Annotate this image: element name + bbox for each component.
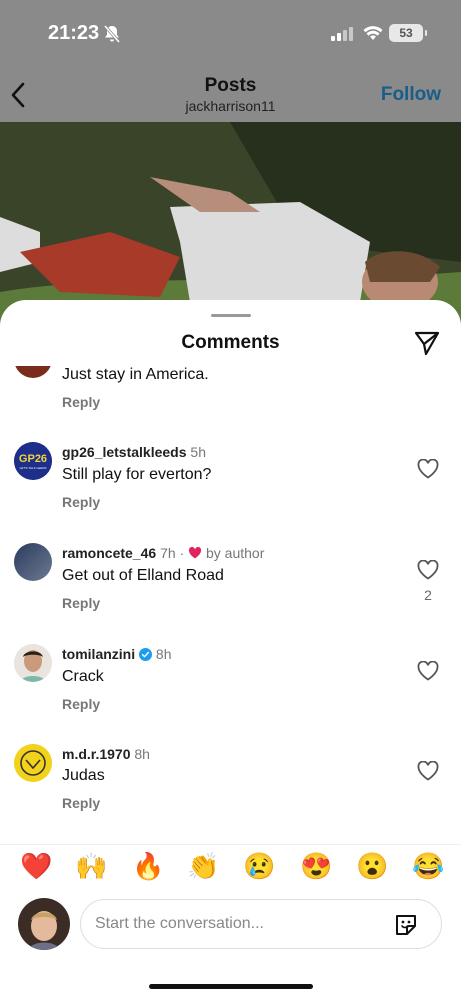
comment-text: Just stay in America. <box>62 366 209 383</box>
comment-text: Judas <box>62 767 105 784</box>
user-photo-icon <box>14 644 52 682</box>
reply-button[interactable]: Reply <box>62 494 100 510</box>
author-heart-icon <box>189 546 202 559</box>
emoji-heart[interactable]: ❤️ <box>20 851 52 881</box>
svg-text:LET'S TALK LEEDS: LET'S TALK LEEDS <box>20 466 47 470</box>
verified-badge-icon <box>139 648 153 661</box>
comment-time: 8h <box>134 746 150 762</box>
comment-meta: ramoncete_46 7h · by author <box>62 545 265 561</box>
emoji-raised-hands[interactable]: 🙌 <box>75 851 107 881</box>
comment-meta: m.d.r.1970 8h <box>62 746 150 762</box>
comment-input-box <box>80 899 442 949</box>
emoji-laughing[interactable]: 😂 <box>412 851 444 881</box>
comment-username[interactable]: tomilanzini <box>62 646 135 662</box>
user-photo-icon <box>18 898 70 950</box>
like-count: 2 <box>424 587 432 603</box>
status-bar: 21:23 53 <box>0 0 461 66</box>
comment-username[interactable]: m.d.r.1970 <box>62 746 131 762</box>
quick-reaction-bar: ❤️ 🙌 🔥 👏 😢 😍 😮 😂 <box>0 844 461 884</box>
home-indicator[interactable] <box>149 984 313 989</box>
reply-button[interactable]: Reply <box>62 795 100 811</box>
emoji-surprised[interactable]: 😮 <box>356 851 388 881</box>
heart-like-icon[interactable] <box>417 661 439 681</box>
bell-off-icon <box>103 25 121 43</box>
comments-title: Comments <box>181 332 280 353</box>
comment-item: Just stay in America. Reply <box>0 366 461 446</box>
status-time: 21:23 <box>48 22 100 44</box>
comment-time: 8h <box>155 646 172 662</box>
comment-time: 7h <box>160 545 176 561</box>
comment-item: m.d.r.1970 8h Judas Reply <box>0 744 461 830</box>
comment-composer <box>0 896 461 956</box>
emoji-crying[interactable]: 😢 <box>243 851 275 881</box>
comment-meta: tomilanzini 8h <box>62 646 171 662</box>
comment-item: ramoncete_46 7h · by author Get out of E… <box>0 543 461 643</box>
reply-button[interactable]: Reply <box>62 696 100 712</box>
smiley-badge-icon <box>14 744 52 782</box>
battery-indicator: 53 <box>389 24 427 42</box>
emoji-clapping[interactable]: 👏 <box>187 851 219 881</box>
sheet-grabber[interactable] <box>211 314 251 317</box>
comment-text: Get out of Elland Road <box>62 567 224 584</box>
comment-text: Crack <box>62 668 104 685</box>
avatar[interactable] <box>14 744 52 782</box>
emoji-heart-eyes[interactable]: 😍 <box>300 851 332 881</box>
comment-input[interactable] <box>95 912 375 936</box>
follow-button[interactable]: Follow <box>381 84 441 106</box>
emoji-fire[interactable]: 🔥 <box>132 851 164 881</box>
comment-item: GP26 LET'S TALK LEEDS gp26_letstalkleeds… <box>0 442 461 542</box>
avatar[interactable] <box>14 543 52 581</box>
comment-item: tomilanzini 8h Crack Reply <box>0 644 461 744</box>
cell-signal-icon <box>331 27 353 41</box>
comment-time: 5h <box>190 444 206 460</box>
current-user-avatar <box>18 898 70 950</box>
liked-by-author-label: by author <box>205 545 265 561</box>
avatar[interactable]: GP26 LET'S TALK LEEDS <box>14 442 52 480</box>
reply-button[interactable]: Reply <box>62 595 100 611</box>
heart-like-icon[interactable] <box>417 459 439 479</box>
wifi-icon <box>363 26 383 40</box>
heart-like-icon[interactable] <box>417 560 439 580</box>
avatar[interactable] <box>14 366 52 378</box>
comment-list: Just stay in America. Reply GP26 LET'S T… <box>0 366 461 830</box>
sticker-icon[interactable] <box>393 912 419 938</box>
gp26-logo-icon: GP26 LET'S TALK LEEDS <box>14 442 52 480</box>
share-send-icon[interactable] <box>413 329 441 357</box>
comment-username[interactable]: gp26_letstalkleeds <box>62 444 187 460</box>
avatar[interactable] <box>14 644 52 682</box>
comment-meta: gp26_letstalkleeds 5h <box>62 444 206 460</box>
comment-text: Still play for everton? <box>62 466 212 483</box>
comments-sheet: Comments Just stay in America. Reply GP2… <box>0 300 461 1000</box>
post-header: Posts jackharrison11 Follow <box>0 66 461 122</box>
reply-button[interactable]: Reply <box>62 394 100 410</box>
svg-text:GP26: GP26 <box>19 453 47 465</box>
comment-username[interactable]: ramoncete_46 <box>62 545 156 561</box>
heart-like-icon[interactable] <box>417 761 439 781</box>
